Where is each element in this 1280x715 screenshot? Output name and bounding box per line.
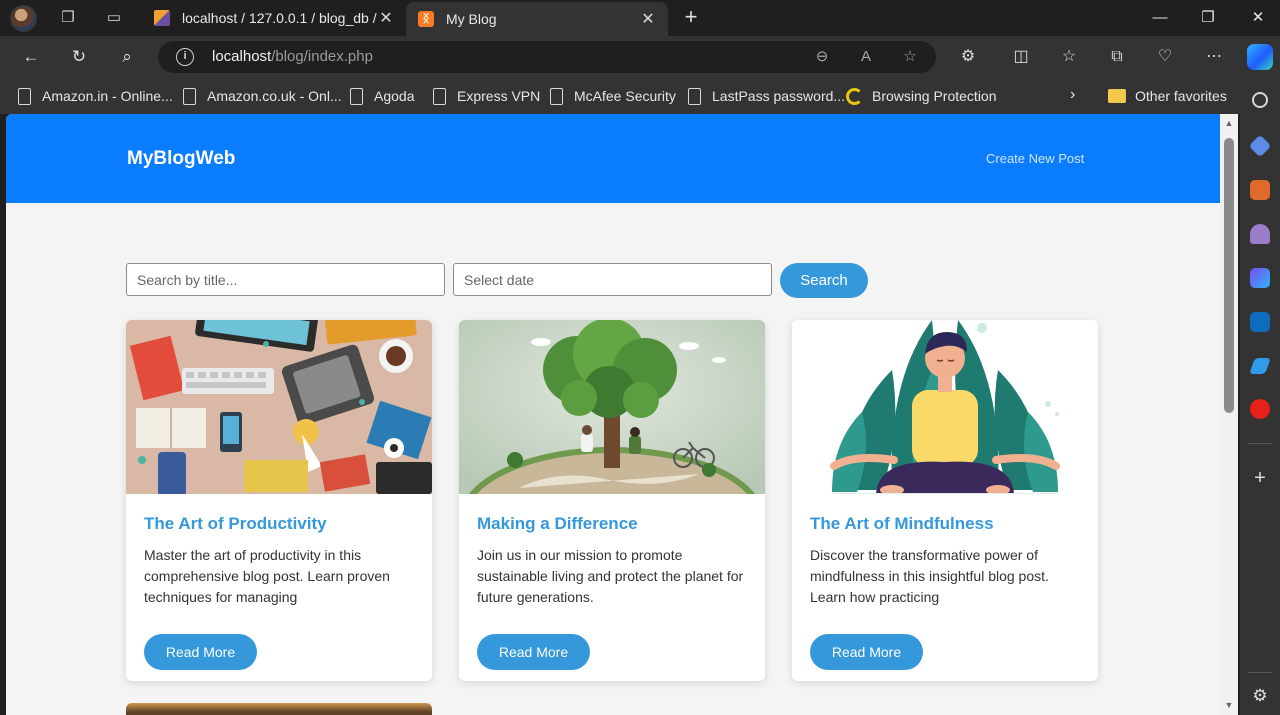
close-tab-icon[interactable]: ✕ (640, 9, 656, 29)
microsoft-365-icon[interactable] (1250, 268, 1270, 288)
other-favorites[interactable]: Other favorites (1108, 86, 1227, 106)
favorites-icon[interactable]: ☆ (1058, 46, 1080, 68)
favorite-amazon-in[interactable]: Amazon.in - Online... (18, 86, 173, 106)
scroll-up-icon[interactable]: ▲ (1224, 118, 1234, 128)
scroll-down-icon[interactable]: ▼ (1224, 700, 1234, 710)
post-image-productivity[interactable] (126, 320, 432, 494)
tab-my-blog[interactable]: ᛝ My Blog ✕ (406, 2, 668, 36)
page-icon (350, 87, 363, 105)
date-input[interactable] (453, 263, 772, 296)
edge-sidebar: + ⚙ (1240, 78, 1280, 715)
favorite-lastpass[interactable]: LastPass password... (688, 86, 845, 106)
restore-icon[interactable]: ❐ (1198, 8, 1218, 28)
page-icon (550, 87, 563, 105)
page-scrollbar[interactable]: ▲ ▼ (1220, 114, 1238, 715)
favorite-star-icon[interactable]: ☆ (900, 47, 920, 67)
favorites-bar: Amazon.in - Online... Amazon.co.uk - Onl… (0, 78, 1240, 114)
tab-actions-icon[interactable]: ▭ (104, 8, 124, 28)
post-card: The Art of Productivity Master the art o… (126, 320, 432, 681)
tab-label: My Blog (446, 11, 497, 27)
read-more-button[interactable]: Read More (144, 634, 257, 670)
tab-phpmyadmin[interactable]: localhost / 127.0.0.1 / blog_db / ✕ (142, 0, 406, 36)
new-tab-button[interactable]: + (680, 6, 702, 28)
xampp-icon: ᛝ (418, 11, 434, 27)
page-icon (183, 87, 196, 105)
page-icon (433, 87, 446, 105)
workspaces-icon[interactable]: ❐ (58, 8, 78, 28)
close-tab-icon[interactable]: ✕ (378, 8, 394, 28)
url-text[interactable]: localhost/blog/index.php (212, 48, 373, 65)
post-image-mindfulness[interactable] (792, 320, 1098, 494)
folder-icon (1108, 89, 1126, 103)
extensions-icon[interactable]: ⚙ (957, 46, 979, 68)
outlook-icon[interactable] (1250, 312, 1270, 332)
collections-icon[interactable]: ⧉ (1106, 46, 1128, 68)
favorite-express-vpn[interactable]: Express VPN (433, 86, 540, 106)
tab-label: localhost / 127.0.0.1 / blog_db / (182, 10, 377, 26)
site-brand[interactable]: MyBlogWeb (127, 148, 235, 170)
read-more-button[interactable]: Read More (477, 634, 590, 670)
split-screen-icon[interactable]: ◫ (1010, 46, 1032, 68)
refresh-icon[interactable]: ↻ (68, 46, 90, 68)
post-card: Making a Difference Join us in our missi… (459, 320, 765, 681)
phpmyadmin-icon (154, 10, 170, 26)
page-icon (688, 87, 701, 105)
page-icon (18, 87, 31, 105)
sidebar-divider (1248, 672, 1272, 673)
post-excerpt: Master the art of productivity in this c… (144, 547, 390, 605)
read-aloud-icon[interactable]: A (856, 47, 876, 67)
shopping-tag-icon[interactable] (1248, 134, 1272, 158)
favorite-agoda[interactable]: Agoda (350, 86, 414, 106)
post-title[interactable]: Making a Difference (477, 514, 638, 534)
window-close-icon[interactable]: ✕ (1248, 8, 1268, 28)
post-title[interactable]: The Art of Mindfulness (810, 514, 994, 534)
favorite-browsing-protection[interactable]: Browsing Protection (846, 86, 997, 106)
search-icon[interactable]: ⌕ (116, 46, 138, 68)
send-icon[interactable] (1249, 358, 1271, 374)
post-card: The Art of Mindfulness Discover the tran… (792, 320, 1098, 681)
profile-avatar[interactable] (10, 5, 37, 32)
post-title[interactable]: The Art of Productivity (144, 514, 327, 534)
browser-tab-strip: ❐ ▭ localhost / 127.0.0.1 / blog_db / ✕ … (0, 0, 1280, 36)
next-post-card-preview[interactable] (126, 703, 432, 715)
minimize-icon[interactable]: ― (1150, 8, 1170, 28)
post-image-making-a-difference[interactable] (459, 320, 765, 494)
site-header: MyBlogWeb Create New Post (6, 114, 1220, 203)
address-bar[interactable]: i localhost/blog/index.php ⊖ A ☆ (158, 41, 936, 73)
add-sidebar-app-icon[interactable]: + (1250, 468, 1270, 488)
favorite-mcafee[interactable]: McAfee Security (550, 86, 676, 106)
games-icon[interactable] (1250, 224, 1270, 244)
browser-essentials-icon[interactable]: ♡ (1154, 46, 1176, 68)
search-button[interactable]: Search (780, 263, 868, 298)
site-info-icon[interactable]: i (176, 48, 194, 66)
more-menu-icon[interactable]: ⋯ (1203, 46, 1225, 68)
scrollbar-thumb[interactable] (1224, 138, 1234, 413)
sidebar-search-icon[interactable] (1252, 92, 1268, 108)
sidebar-settings-icon[interactable]: ⚙ (1250, 686, 1270, 706)
copilot-icon[interactable] (1247, 44, 1273, 70)
browser-toolbar: ← ↻ ⌕ i localhost/blog/index.php ⊖ A ☆ ⚙… (0, 36, 1280, 78)
zoom-out-icon[interactable]: ⊖ (812, 47, 832, 67)
sidebar-divider (1248, 443, 1272, 444)
post-excerpt: Discover the transformative power of min… (810, 547, 1049, 605)
protection-icon (846, 87, 863, 105)
chevron-right-icon[interactable]: › (1070, 86, 1075, 104)
favorite-amazon-uk[interactable]: Amazon.co.uk - Onl... (183, 86, 342, 106)
search-title-input[interactable] (126, 263, 445, 296)
post-excerpt: Join us in our mission to promote sustai… (477, 547, 744, 605)
tools-icon[interactable] (1250, 180, 1270, 200)
create-new-post-link[interactable]: Create New Post (986, 151, 1084, 166)
read-more-button[interactable]: Read More (810, 634, 923, 670)
page-viewport: MyBlogWeb Create New Post Search by titl… (6, 114, 1238, 715)
back-icon[interactable]: ← (20, 46, 42, 68)
youtube-icon[interactable] (1250, 399, 1270, 419)
